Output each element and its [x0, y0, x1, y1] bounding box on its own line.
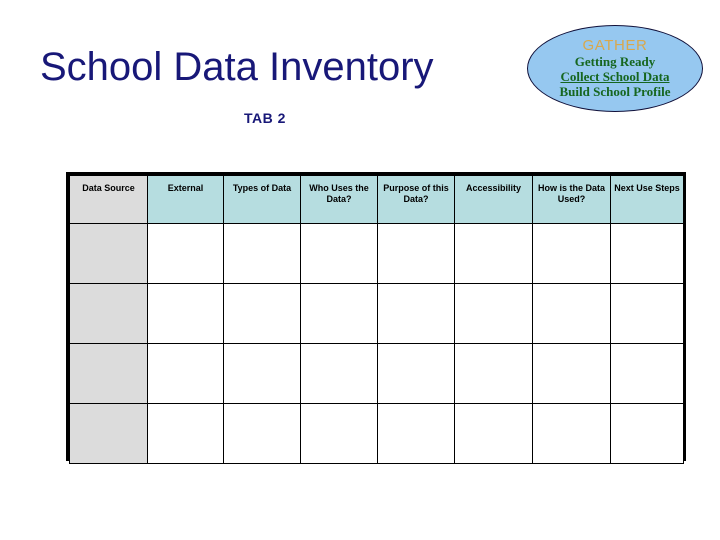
cell-how-is-the-data-used[interactable] — [532, 403, 611, 464]
column-header-external: External — [147, 175, 224, 224]
cell-external[interactable] — [147, 403, 224, 464]
cell-who-uses-the-data[interactable] — [300, 223, 378, 284]
cell-accessibility[interactable] — [454, 403, 533, 464]
cell-how-is-the-data-used[interactable] — [532, 223, 611, 284]
column-header-types-of-data: Types of Data — [223, 175, 301, 224]
cell-external[interactable] — [147, 343, 224, 404]
data-inventory-table: Data Source External Types of Data Who U… — [69, 175, 684, 464]
cell-types-of-data[interactable] — [223, 283, 301, 344]
cell-purpose-of-this-data[interactable] — [377, 343, 455, 404]
column-header-data-source: Data Source — [69, 175, 148, 224]
gather-oval-badge: GATHER Getting Ready Collect School Data… — [527, 25, 703, 112]
cell-next-use-steps[interactable] — [610, 283, 684, 344]
cell-how-is-the-data-used[interactable] — [532, 343, 611, 404]
column-header-who-uses-the-data: Who Uses the Data? — [300, 175, 378, 224]
cell-accessibility[interactable] — [454, 283, 533, 344]
table-row — [69, 223, 684, 284]
table-row — [69, 283, 684, 344]
cell-accessibility[interactable] — [454, 343, 533, 404]
cell-who-uses-the-data[interactable] — [300, 343, 378, 404]
cell-purpose-of-this-data[interactable] — [377, 283, 455, 344]
cell-data-source[interactable] — [69, 223, 148, 284]
gather-step-collect-school-data[interactable]: Collect School Data — [528, 69, 702, 84]
column-header-how-is-the-data-used: How is the Data Used? — [532, 175, 611, 224]
column-header-purpose-of-this-data: Purpose of this Data? — [377, 175, 455, 224]
cell-types-of-data[interactable] — [223, 343, 301, 404]
cell-next-use-steps[interactable] — [610, 343, 684, 404]
cell-purpose-of-this-data[interactable] — [377, 223, 455, 284]
table-row — [69, 343, 684, 404]
cell-purpose-of-this-data[interactable] — [377, 403, 455, 464]
cell-how-is-the-data-used[interactable] — [532, 283, 611, 344]
gather-heading: GATHER — [582, 37, 648, 54]
cell-external[interactable] — [147, 283, 224, 344]
gather-step-build-school-profile: Build School Profile — [559, 84, 671, 99]
cell-accessibility[interactable] — [454, 223, 533, 284]
cell-who-uses-the-data[interactable] — [300, 283, 378, 344]
column-header-next-use-steps: Next Use Steps — [610, 175, 684, 224]
cell-who-uses-the-data[interactable] — [300, 403, 378, 464]
table-header-row: Data Source External Types of Data Who U… — [69, 175, 684, 224]
cell-types-of-data[interactable] — [223, 403, 301, 464]
data-inventory-table-container: Data Source External Types of Data Who U… — [66, 172, 686, 464]
slide-subtitle: TAB 2 — [244, 110, 286, 126]
cell-types-of-data[interactable] — [223, 223, 301, 284]
gather-step-getting-ready: Getting Ready — [574, 54, 656, 69]
cell-data-source[interactable] — [69, 343, 148, 404]
page-title: School Data Inventory — [40, 45, 434, 89]
cell-external[interactable] — [147, 223, 224, 284]
cell-next-use-steps[interactable] — [610, 223, 684, 284]
cell-data-source[interactable] — [69, 283, 148, 344]
table-row — [69, 403, 684, 464]
column-header-accessibility: Accessibility — [454, 175, 533, 224]
cell-data-source[interactable] — [69, 403, 148, 464]
slide-canvas: School Data Inventory TAB 2 GATHER Getti… — [0, 0, 720, 540]
cell-next-use-steps[interactable] — [610, 403, 684, 464]
